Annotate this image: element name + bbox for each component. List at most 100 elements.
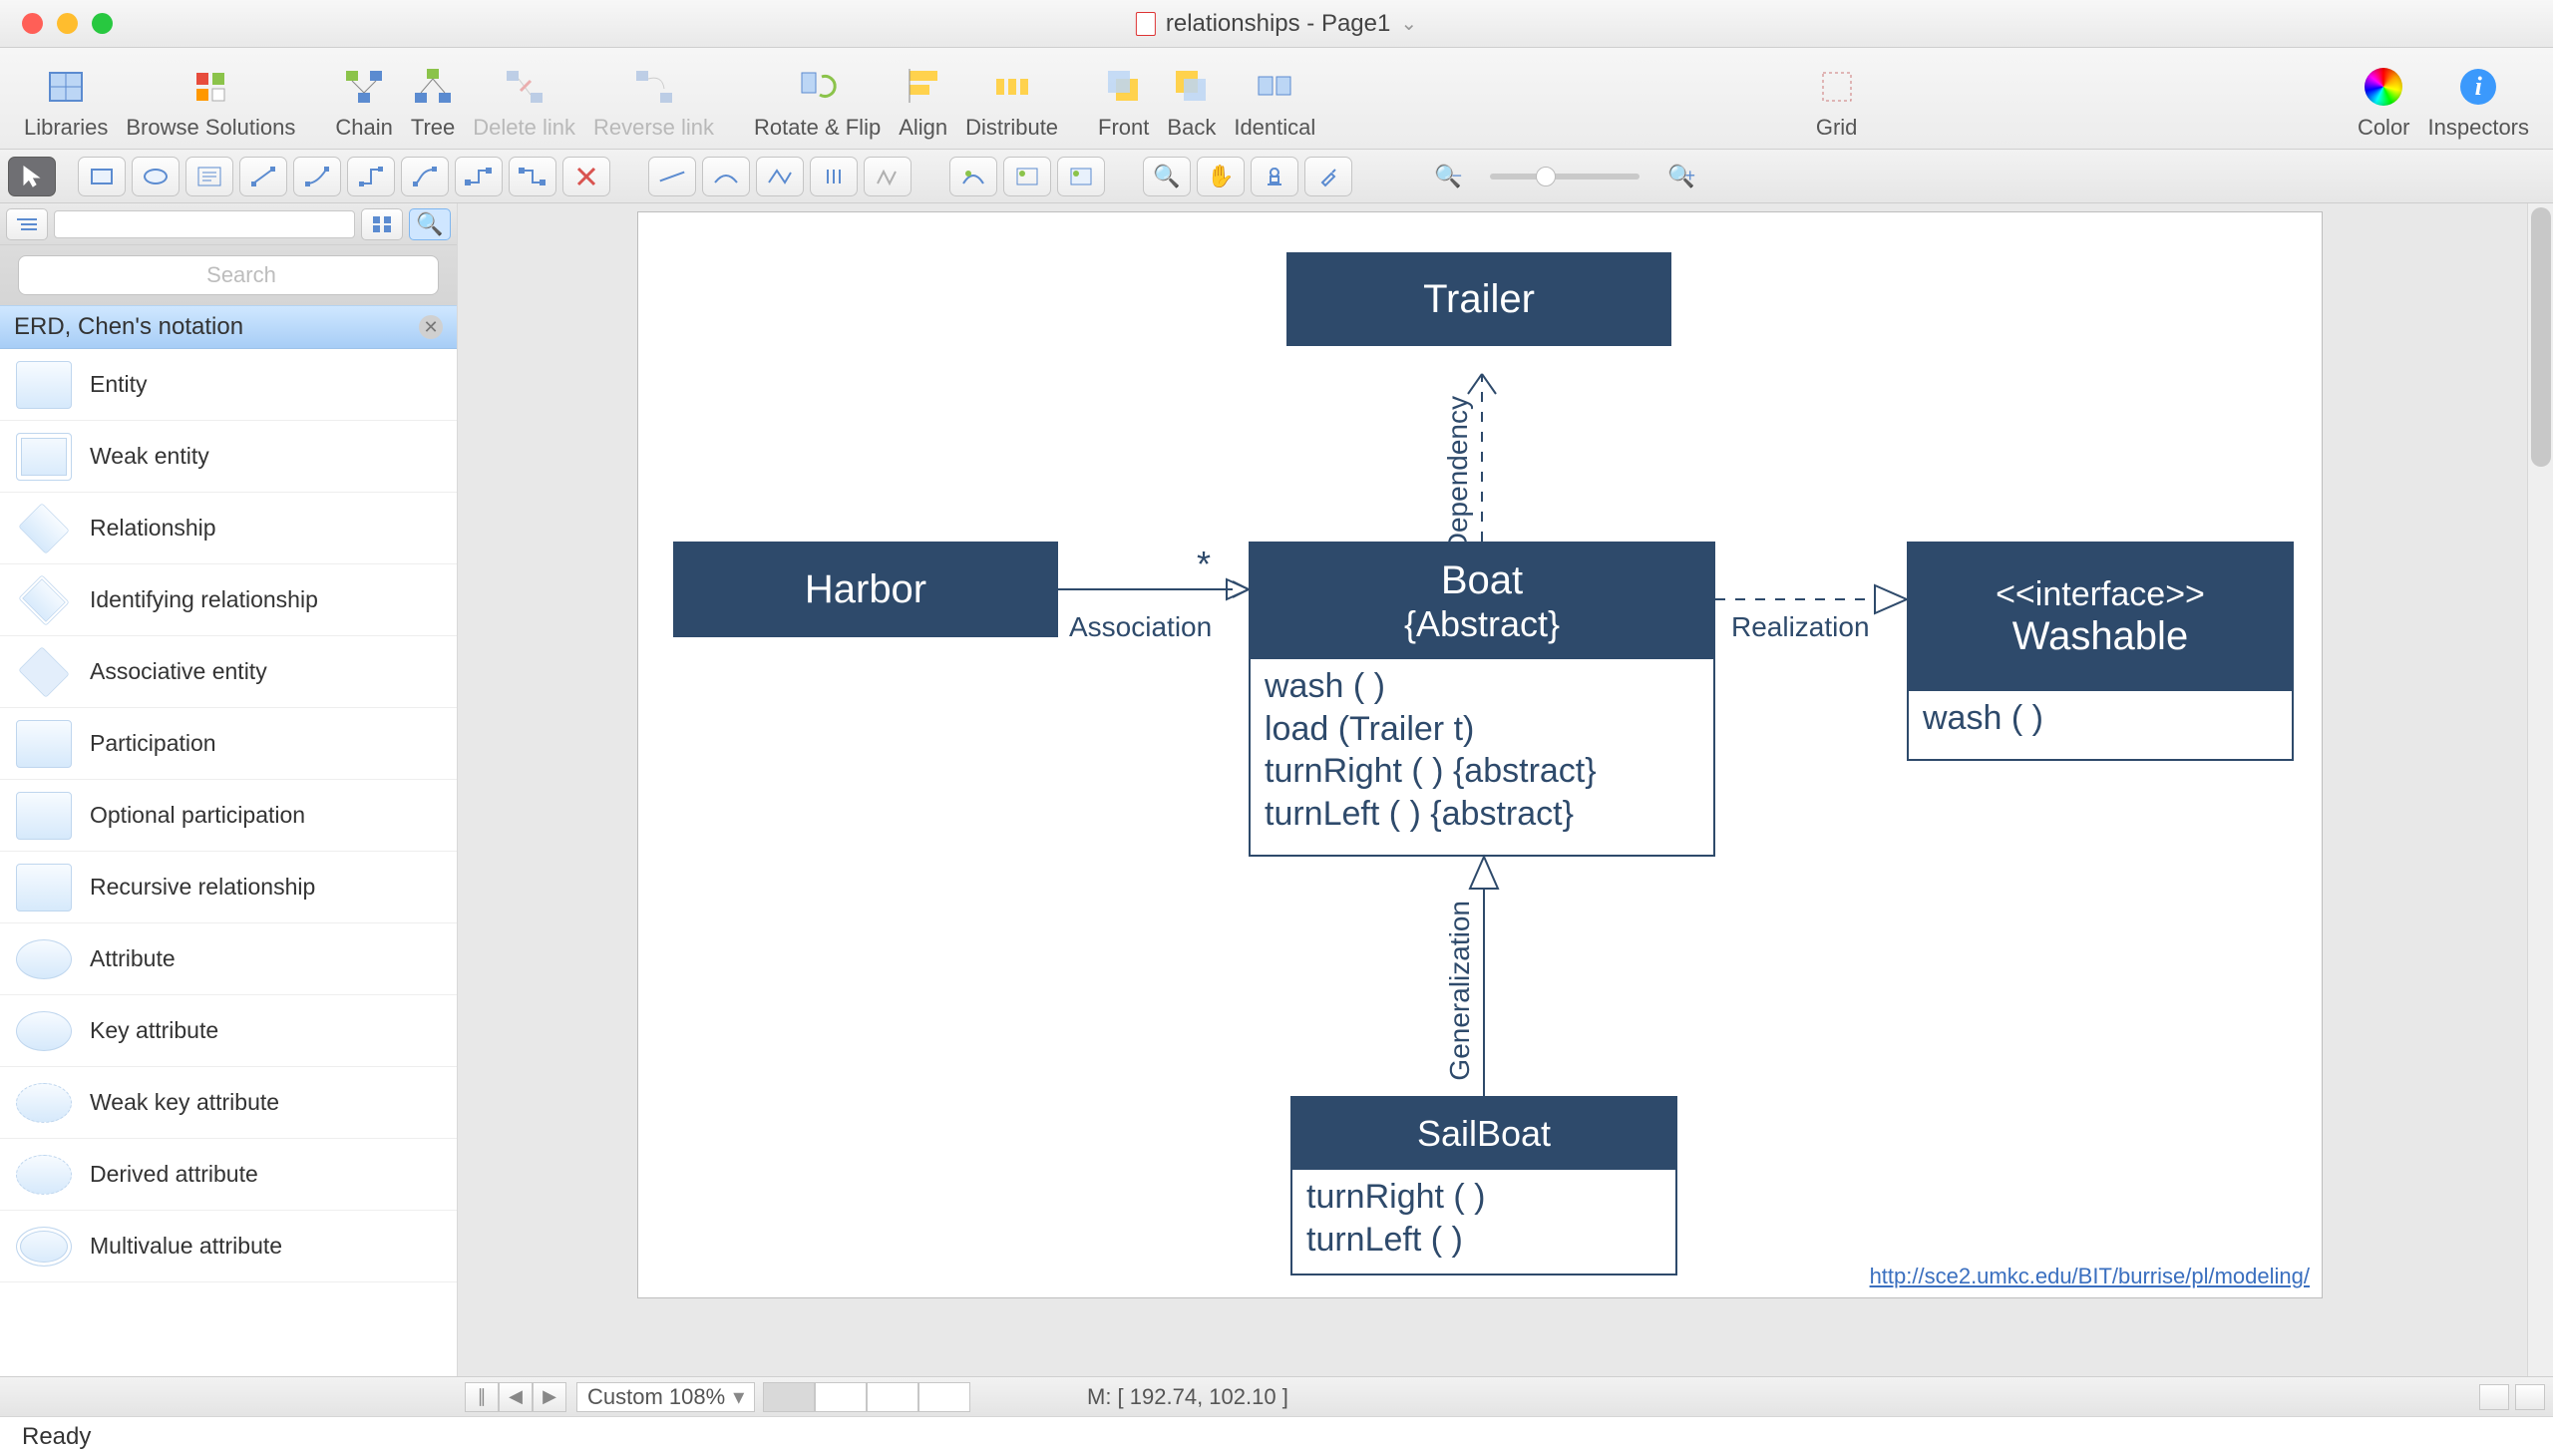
back-button[interactable]: Back — [1167, 65, 1216, 141]
sidebar-item-multivalue-attribute[interactable]: Multivalue attribute — [0, 1211, 457, 1282]
label-realization: Realization — [1731, 611, 1870, 643]
line-tool-3[interactable] — [756, 157, 804, 196]
eyedropper-tool[interactable] — [1304, 157, 1352, 196]
connector-tool-2[interactable] — [293, 157, 341, 196]
zoom-in-button[interactable]: 🔍+ — [1657, 157, 1705, 196]
sidebar-item-derived-attribute[interactable]: Derived attribute — [0, 1139, 457, 1211]
sidebar-section-close-icon[interactable]: ✕ — [419, 315, 443, 339]
delete-tool[interactable] — [562, 157, 610, 196]
front-button[interactable]: Front — [1098, 65, 1149, 141]
grid-button[interactable]: Grid — [1815, 65, 1859, 141]
smart-tool-1[interactable] — [949, 157, 997, 196]
sidebar-item-key-attribute[interactable]: Key attribute — [0, 995, 457, 1067]
connector-tool-1[interactable] — [239, 157, 287, 196]
sidebar-item-recursive-relationship[interactable]: Recursive relationship — [0, 852, 457, 923]
window-title: relationships - Page1 — [1166, 10, 1390, 38]
ellipse-tool[interactable] — [132, 157, 180, 196]
sidebar-item-weak-entity[interactable]: Weak entity — [0, 421, 457, 493]
diagram-source-url[interactable]: http://sce2.umkc.edu/BIT/burrise/pl/mode… — [1870, 1264, 2310, 1289]
sidebar-item-relationship[interactable]: Relationship — [0, 493, 457, 564]
hand-icon: ✋ — [1207, 164, 1234, 189]
text-tool[interactable] — [185, 157, 233, 196]
inspectors-button[interactable]: iInspectors — [2428, 65, 2530, 141]
sidebar-item-identifying-relationship[interactable]: Identifying relationship — [0, 564, 457, 636]
sidebar-section-header[interactable]: ERD, Chen's notation ✕ — [0, 305, 457, 349]
page-prev-button[interactable]: ◀ — [499, 1382, 533, 1412]
document-icon — [1136, 12, 1156, 36]
line-tool-1[interactable] — [648, 157, 696, 196]
tree-button[interactable]: Tree — [411, 65, 455, 141]
line-tool-4[interactable] — [810, 157, 858, 196]
distribute-button[interactable]: Distribute — [965, 65, 1058, 141]
color-button[interactable]: Color — [2358, 65, 2410, 141]
browse-solutions-button[interactable]: Browse Solutions — [126, 65, 295, 141]
sidebar-search-toggle[interactable]: 🔍 — [409, 208, 451, 240]
search-icon: 🔍 — [416, 211, 443, 237]
minimize-window-button[interactable] — [57, 13, 78, 34]
align-button[interactable]: Align — [899, 65, 947, 141]
sidebar-view-grid[interactable] — [361, 208, 403, 240]
delete-link-button: Delete link — [473, 65, 575, 141]
sidebar-item-weak-key-attribute[interactable]: Weak key attribute — [0, 1067, 457, 1139]
sidebar-item-associative-entity[interactable]: Associative entity — [0, 636, 457, 708]
page-tab-3[interactable] — [867, 1382, 918, 1412]
stamp-tool[interactable] — [1251, 157, 1298, 196]
identical-button[interactable]: Identical — [1234, 65, 1315, 141]
titlebar: relationships - Page1 ⌄ — [0, 0, 2553, 48]
connector-tool-4[interactable] — [401, 157, 449, 196]
sidebar-item-attribute[interactable]: Attribute — [0, 923, 457, 995]
zoom-slider[interactable] — [1490, 174, 1640, 180]
canvas-scroll[interactable]: Trailer Harbor Boat {Abstract} wash ( ) … — [458, 203, 2527, 1376]
rotate-flip-button[interactable]: Rotate & Flip — [754, 65, 881, 141]
sidebar-item-optional-participation[interactable]: Optional participation — [0, 780, 457, 852]
canvas-area: Trailer Harbor Boat {Abstract} wash ( ) … — [458, 203, 2553, 1376]
page-tab-1[interactable] — [763, 1382, 815, 1412]
zoom-out-button[interactable]: 🔍− — [1424, 157, 1472, 196]
smart-tool-3[interactable] — [1057, 157, 1105, 196]
vertical-scrollbar[interactable] — [2527, 203, 2553, 1376]
bottom-right-button-1[interactable] — [2479, 1384, 2509, 1410]
sidebar-search-input[interactable] — [18, 255, 439, 295]
connectors — [638, 212, 2324, 1299]
sidebar-item-entity[interactable]: Entity — [0, 349, 457, 421]
line-tool-2[interactable] — [702, 157, 750, 196]
page-next-button[interactable]: ▶ — [533, 1382, 566, 1412]
zoom-slider-thumb[interactable] — [1536, 167, 1556, 186]
main-toolbar: Libraries Browse Solutions Chain Tree De… — [0, 48, 2553, 150]
libraries-button[interactable]: Libraries — [24, 65, 108, 141]
connector-tool-6[interactable] — [509, 157, 556, 196]
zoom-window-button[interactable] — [92, 13, 113, 34]
sidebar-shape-list: Entity Weak entity Relationship Identify… — [0, 349, 457, 1376]
close-window-button[interactable] — [22, 13, 43, 34]
page-tabs — [763, 1382, 970, 1412]
sidebar: 🔍 ERD, Chen's notation ✕ Entity Weak ent… — [0, 203, 458, 1376]
color-wheel-icon — [2365, 68, 2402, 106]
connector-tool-3[interactable] — [347, 157, 395, 196]
sidebar-item-participation[interactable]: Participation — [0, 708, 457, 780]
hand-tool[interactable]: ✋ — [1197, 157, 1245, 196]
scrollbar-thumb[interactable] — [2531, 207, 2551, 467]
zoom-readout[interactable]: Custom 108%▾ — [576, 1382, 755, 1412]
title-dropdown-icon[interactable]: ⌄ — [1400, 11, 1417, 36]
sidebar-filter-input[interactable] — [54, 210, 355, 238]
bottom-right-button-2[interactable] — [2515, 1384, 2545, 1410]
sidebar-top-strip: 🔍 — [0, 203, 457, 245]
sidebar-view-tree[interactable] — [6, 208, 48, 240]
smart-tool-2[interactable] — [1003, 157, 1051, 196]
page-canvas[interactable]: Trailer Harbor Boat {Abstract} wash ( ) … — [637, 211, 2323, 1298]
info-icon: i — [2460, 69, 2496, 105]
pointer-tool[interactable] — [8, 157, 56, 196]
line-tool-5[interactable] — [864, 157, 912, 196]
connector-tool-5[interactable] — [455, 157, 503, 196]
label-association: Association — [1069, 611, 1212, 643]
status-text: Ready — [22, 1423, 91, 1451]
tool-strip: 🔍 ✋ 🔍− 🔍+ — [0, 150, 2553, 203]
zoom-tool[interactable]: 🔍 — [1143, 157, 1191, 196]
rect-tool[interactable] — [78, 157, 126, 196]
page-tab-2[interactable] — [815, 1382, 867, 1412]
chain-button[interactable]: Chain — [335, 65, 392, 141]
bottom-bar: ∥ ◀ ▶ Custom 108%▾ M: [ 192.74, 102.10 ] — [0, 1376, 2553, 1416]
title-group: relationships - Page1 ⌄ — [1136, 10, 1417, 38]
page-pause-button[interactable]: ∥ — [465, 1382, 499, 1412]
page-tab-4[interactable] — [918, 1382, 970, 1412]
